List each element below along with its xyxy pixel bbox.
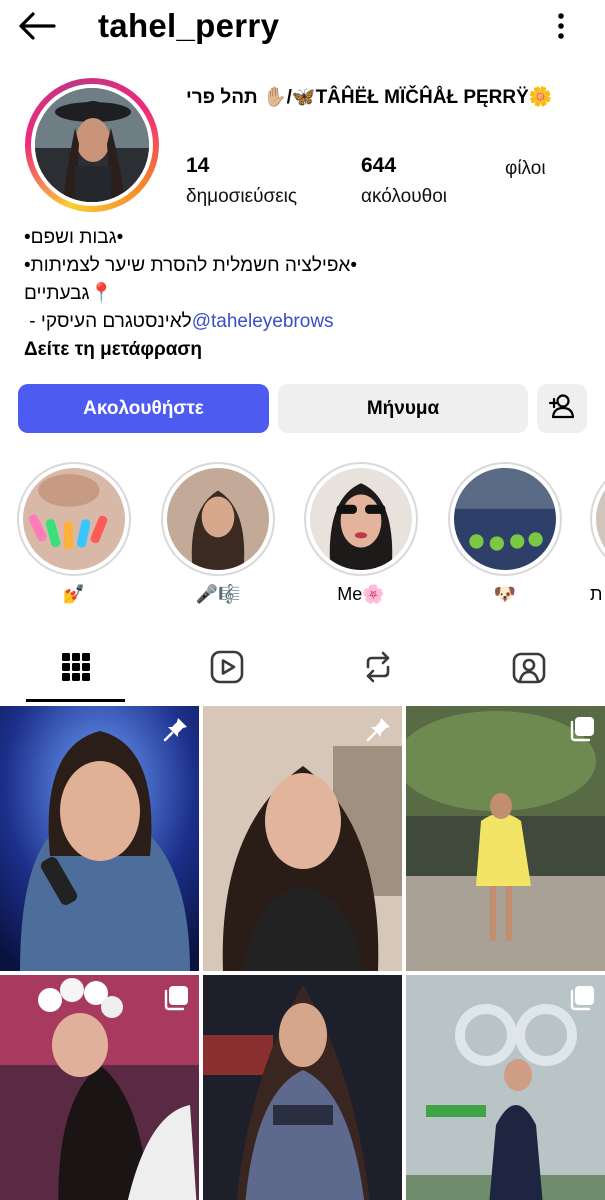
back-arrow-icon[interactable] xyxy=(16,8,58,44)
carousel-post-icon xyxy=(569,716,595,747)
bio-line: •אפילציה חשמלית להסרת שיער לצמיתות• xyxy=(24,255,358,276)
bio-line: 📍גבעתיים xyxy=(24,283,114,304)
tab-posts-grid[interactable] xyxy=(0,636,151,702)
pinned-post-icon xyxy=(366,716,392,747)
tab-tagged[interactable] xyxy=(453,636,604,702)
bio-line-business: לאינסטגרם העיסקי - @taheleyebrows xyxy=(24,308,584,336)
highlight-ring xyxy=(590,462,605,576)
carousel-post-icon xyxy=(163,985,189,1016)
post-thumbnail[interactable] xyxy=(0,975,199,1200)
bio-line: •גבות ושפם• xyxy=(24,227,124,248)
highlight-ring xyxy=(161,462,275,576)
tagged-icon xyxy=(512,650,546,689)
highlight-label: 🐶 xyxy=(493,584,517,604)
message-button[interactable]: Μήνυμα xyxy=(278,384,528,433)
story-highlight[interactable]: 🐶 xyxy=(448,462,562,604)
post-thumbnail[interactable] xyxy=(0,706,199,971)
following-count[interactable]: φίλοι xyxy=(505,152,546,183)
posts-count-label: δημοσιεύσεις xyxy=(186,186,298,207)
highlight-label: Me🌸 xyxy=(337,584,385,604)
highlight-cover-sunglasses xyxy=(310,468,412,570)
highlight-cover-portrait xyxy=(167,468,269,570)
grid-icon xyxy=(61,652,91,687)
top-bar: tahel_perry xyxy=(0,0,605,52)
reels-icon xyxy=(210,650,244,689)
post-thumbnail[interactable] xyxy=(203,975,402,1200)
followers-count[interactable]: 644 ακόλουθοι xyxy=(361,152,447,211)
profile-content-tabs xyxy=(0,636,605,704)
pinned-post-icon xyxy=(163,716,189,747)
carousel-post-icon xyxy=(569,985,595,1016)
follow-button[interactable]: Ακολουθήστε xyxy=(18,384,269,433)
posts-count-value: 14 xyxy=(186,154,210,177)
page-title-username: tahel_perry xyxy=(98,7,280,44)
highlight-label: 🎤🎼 xyxy=(195,584,241,604)
followers-count-label: ακόλουθοι xyxy=(361,186,447,207)
followers-count-value: 644 xyxy=(361,154,397,177)
tab-reels[interactable] xyxy=(151,636,302,702)
highlight-cover-nails xyxy=(23,468,125,570)
story-highlight[interactable]: 🎤🎼 xyxy=(161,462,275,604)
posts-grid xyxy=(0,706,605,1200)
highlight-ring xyxy=(17,462,131,576)
avatar-ring-gap xyxy=(31,84,153,206)
profile-avatar-story-ring[interactable] xyxy=(25,78,159,212)
highlight-ring xyxy=(448,462,562,576)
following-count-label: φίλοι xyxy=(505,158,546,179)
story-highlight-partial[interactable]: ת xyxy=(590,462,605,602)
highlight-cover xyxy=(596,468,605,570)
reposts-icon xyxy=(362,650,394,689)
profile-display-name: 🌼TÂĤËŁ MÏČĤÅŁ PĘRRŸ🦋/✋🏼 תהל פרי xyxy=(186,87,553,108)
highlight-ring xyxy=(304,462,418,576)
tab-reposts[interactable] xyxy=(302,636,453,702)
post-thumbnail[interactable] xyxy=(406,706,605,971)
bio-business-text: לאינסטגרם העיסקי - xyxy=(24,311,192,332)
more-options-icon[interactable] xyxy=(549,10,573,42)
post-thumbnail[interactable] xyxy=(406,975,605,1200)
add-person-icon xyxy=(548,393,576,425)
business-account-link[interactable]: @taheleyebrows xyxy=(192,311,334,332)
post-thumbnail[interactable] xyxy=(203,706,402,971)
active-tab-indicator xyxy=(26,699,125,702)
story-highlight[interactable]: 💅 xyxy=(17,462,131,604)
see-translation-link[interactable]: Δείτε τη μετάφραση xyxy=(24,336,584,364)
suggested-people-button[interactable] xyxy=(537,384,587,433)
story-highlight[interactable]: Me🌸 xyxy=(304,462,418,604)
highlight-label: 💅 xyxy=(62,584,86,604)
posts-count[interactable]: 14 δημοσιεύσεις xyxy=(186,152,297,211)
profile-bio: •גבות ושפם• •אפילציה חשמלית להסרת שיער ל… xyxy=(24,224,584,364)
avatar xyxy=(35,88,149,202)
highlight-cover-birds xyxy=(454,468,556,570)
highlight-label: ת xyxy=(590,584,603,602)
